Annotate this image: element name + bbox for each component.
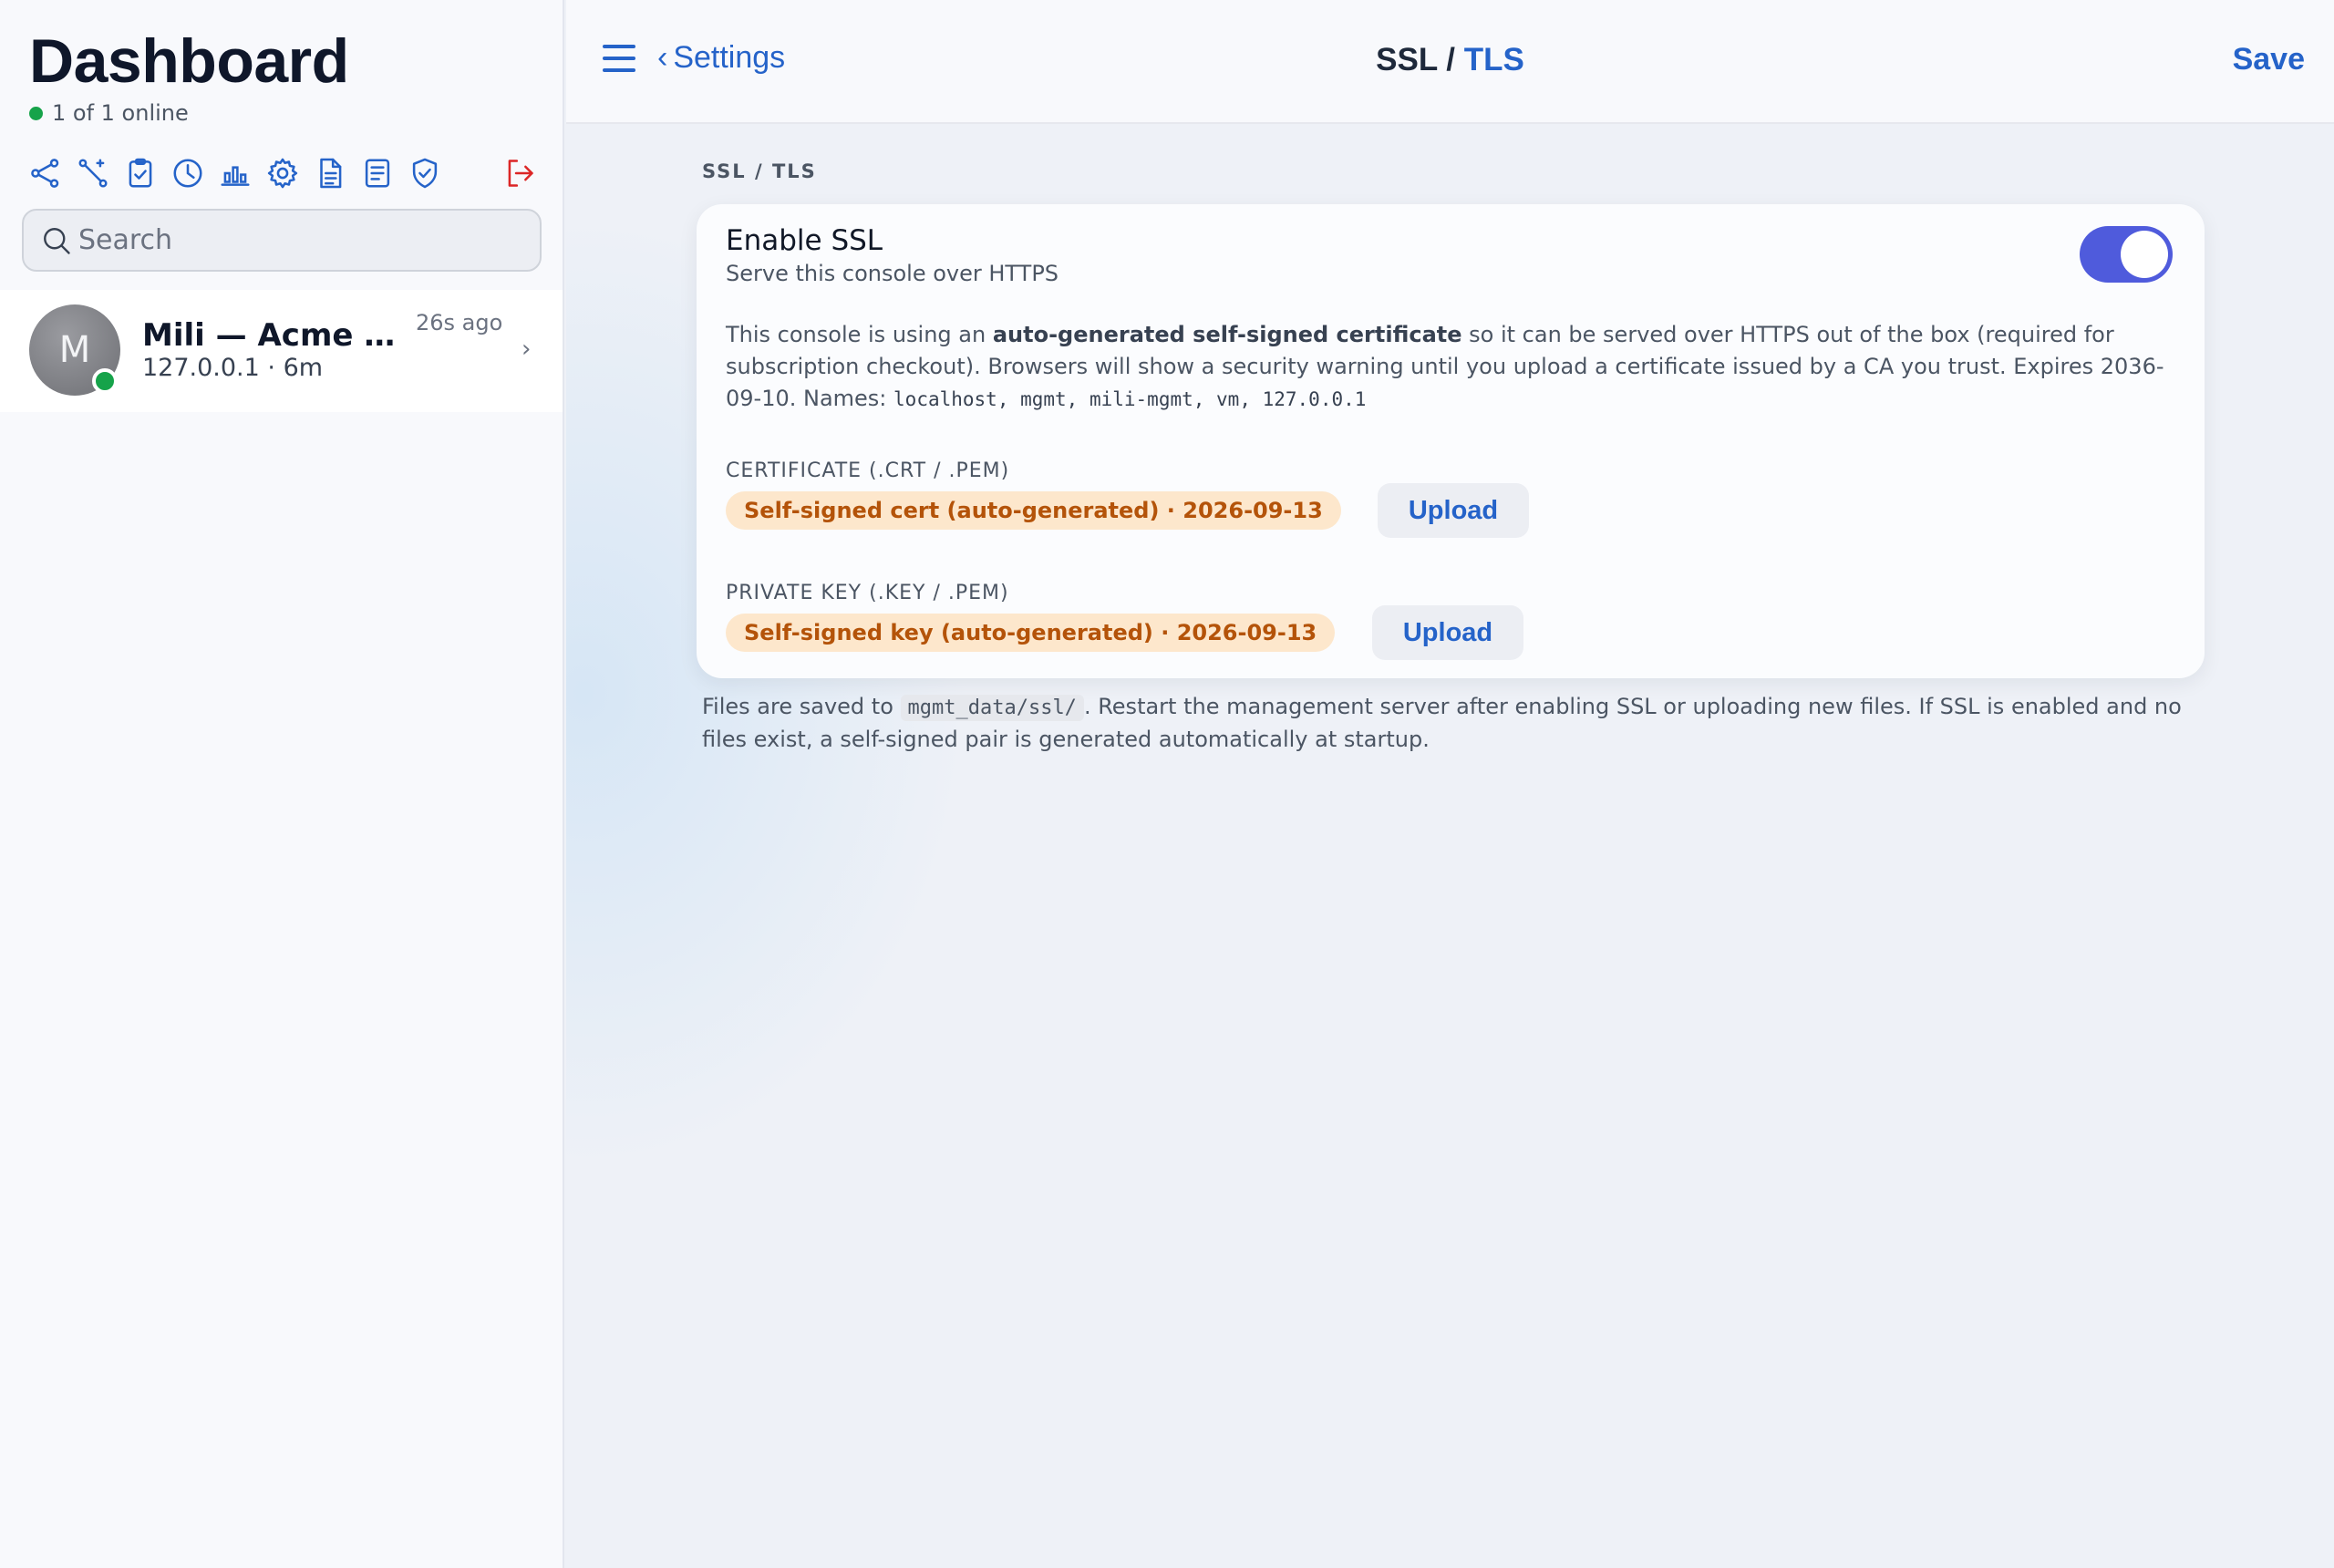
desc-names: localhost, mgmt, mili-mgmt, vm, 127.0.0.… [893,388,1367,410]
desc-prefix: This console is using an [726,322,993,347]
search-input[interactable] [78,224,516,256]
online-dot-icon [29,106,43,120]
device-subtitle: 127.0.0.1 · 6m [142,354,324,382]
device-last-seen: 26s ago [416,310,503,335]
private-key-label: PRIVATE KEY (.KEY / .PEM) [726,582,1009,604]
share-nodes-icon[interactable] [26,153,66,193]
upload-private-key-button[interactable]: Upload [1372,605,1523,660]
clipboard-check-icon[interactable] [120,153,160,193]
gear-icon[interactable] [263,153,303,193]
sidebar: Dashboard 1 of 1 online Search M Mili — … [0,0,564,1568]
footnote-prefix: Files are saved to [702,694,901,719]
page-title: SSL / TLS [566,42,2334,78]
certificate-status-badge: Self-signed cert (auto-generated) · 2026… [726,491,1341,530]
page-title-part2: TLS [1463,42,1524,77]
main-panel: ‹ Settings SSL / TLS Save SSL / TLS Enab… [566,0,2334,1568]
upload-certificate-button[interactable]: Upload [1378,483,1529,538]
sidebar-toolbar [26,153,542,193]
device-name: Mili — Acme … [142,317,396,354]
save-button[interactable]: Save [2233,42,2305,77]
top-bar: ‹ Settings SSL / TLS Save [566,0,2334,124]
logout-icon[interactable] [500,153,540,193]
chevron-right-icon: › [522,335,532,363]
device-list-item[interactable]: M Mili — Acme … 127.0.0.1 · 6m 26s ago › [0,290,563,412]
certificate-description: This console is using an auto-generated … [726,319,2184,416]
enable-ssl-toggle[interactable] [2080,226,2173,283]
footnote-path: mgmt_data/ssl/ [900,695,1084,721]
clock-icon[interactable] [168,153,208,193]
online-status: 1 of 1 online [29,100,189,126]
section-label: SSL / TLS [702,160,817,182]
page-title-part1: SSL / [1376,42,1456,77]
toggle-knob [2121,231,2168,278]
bar-chart-icon[interactable] [215,153,255,193]
certificate-label: CERTIFICATE (.CRT / .PEM) [726,459,1010,482]
enable-ssl-title: Enable SSL [726,224,883,257]
search-icon [44,227,70,254]
search-box[interactable] [22,209,542,272]
online-status-text: 1 of 1 online [52,100,189,126]
online-indicator-icon [92,368,118,394]
magic-wand-icon[interactable] [73,153,113,193]
enable-ssl-subtitle: Serve this console over HTTPS [726,261,1059,286]
desc-bold: auto-generated self-signed certificate [992,322,1462,347]
document-icon[interactable] [310,153,350,193]
private-key-status-badge: Self-signed key (auto-generated) · 2026-… [726,614,1336,652]
shield-check-icon[interactable] [405,153,445,193]
dashboard-title: Dashboard [29,26,349,96]
files-footnote: Files are saved to mgmt_data/ssl/. Resta… [702,691,2215,755]
ssl-settings-card: Enable SSL Serve this console over HTTPS… [697,204,2205,678]
note-list-icon[interactable] [357,153,398,193]
